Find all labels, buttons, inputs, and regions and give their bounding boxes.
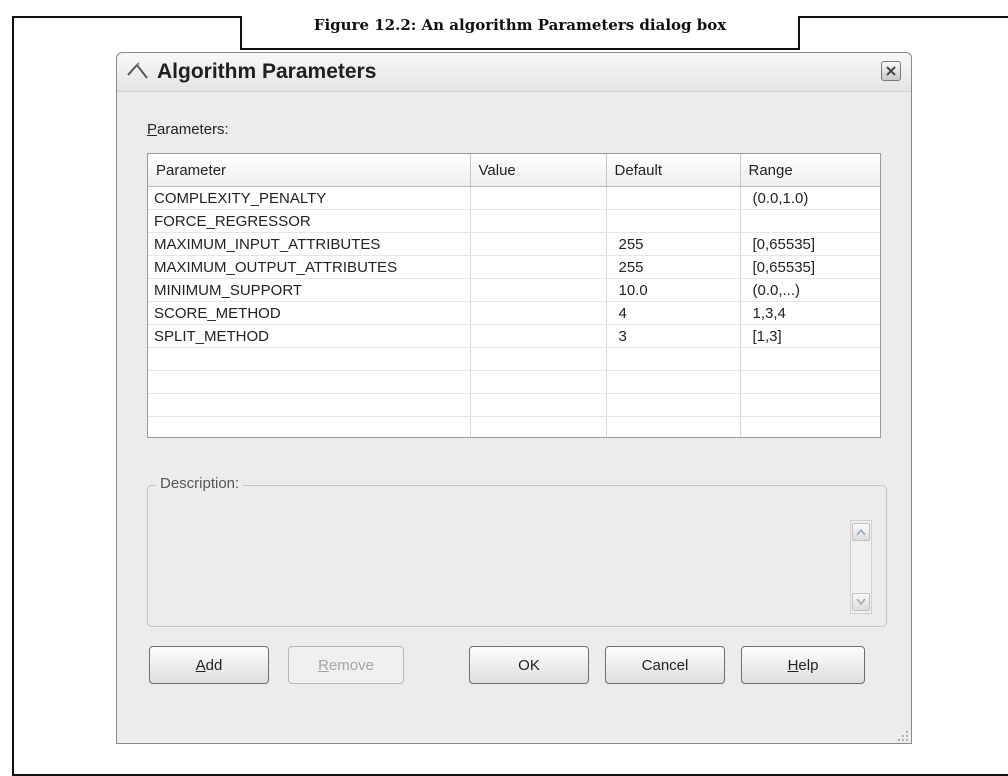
cell-default: 3: [606, 324, 741, 348]
cell-range: [0,65535]: [740, 232, 880, 256]
grid-header-row: Parameter Value Default Range: [148, 154, 880, 187]
close-icon: [886, 66, 896, 76]
cell-value[interactable]: [470, 255, 607, 279]
table-row[interactable]: [148, 370, 880, 394]
parameters-label: Parameters:: [147, 121, 229, 138]
scroll-up-button[interactable]: [852, 523, 870, 541]
parameters-grid[interactable]: Parameter Value Default Range COMPLEXITY…: [147, 153, 881, 438]
cell-default: [606, 209, 741, 233]
cell-parameter: [148, 393, 471, 417]
cell-parameter: MAXIMUM_OUTPUT_ATTRIBUTES: [148, 255, 471, 279]
cell-range: [740, 347, 880, 371]
cell-default: [606, 186, 741, 210]
cell-default: 10.0: [606, 278, 741, 302]
table-row[interactable]: SPLIT_METHOD 3 [1,3]: [148, 324, 880, 348]
description-label: Description:: [156, 475, 244, 492]
dialog-title: Algorithm Parameters: [157, 60, 377, 83]
table-row[interactable]: COMPLEXITY_PENALTY (0.0,1.0): [148, 186, 880, 210]
cell-value[interactable]: [470, 186, 607, 210]
cell-value[interactable]: [470, 301, 607, 325]
description-scrollbar[interactable]: [850, 520, 872, 614]
cell-range: [740, 393, 880, 417]
cell-range: [740, 209, 880, 233]
cell-default: 255: [606, 232, 741, 256]
cell-parameter: MAXIMUM_INPUT_ATTRIBUTES: [148, 232, 471, 256]
cell-range: (0.0,1.0): [740, 186, 880, 210]
cell-range: (0.0,...): [740, 278, 880, 302]
scroll-up-arrow-icon: [856, 528, 866, 536]
description-text: [158, 500, 836, 616]
description-group: Description:: [147, 475, 887, 627]
cell-value[interactable]: [470, 278, 607, 302]
cell-value[interactable]: [470, 416, 607, 437]
scroll-down-arrow-icon: [856, 598, 866, 606]
cell-value[interactable]: [470, 393, 607, 417]
table-row[interactable]: [148, 393, 880, 417]
cell-parameter: COMPLEXITY_PENALTY: [148, 186, 471, 210]
cell-parameter: MINIMUM_SUPPORT: [148, 278, 471, 302]
scroll-down-button[interactable]: [852, 593, 870, 611]
column-header-range[interactable]: Range: [740, 154, 880, 187]
algorithm-parameters-dialog: Algorithm Parameters Parameters: Paramet…: [116, 52, 912, 744]
column-header-parameter[interactable]: Parameter: [148, 154, 471, 187]
parameters-label-accelerator: P: [147, 121, 158, 138]
cell-value[interactable]: [470, 232, 607, 256]
cell-value[interactable]: [470, 209, 607, 233]
parameters-label-text: arameters:: [157, 121, 229, 138]
cancel-button[interactable]: Cancel: [605, 646, 725, 684]
add-button-accelerator: A: [195, 656, 206, 674]
cell-parameter: SPLIT_METHOD: [148, 324, 471, 348]
close-button[interactable]: [881, 61, 901, 81]
cell-default: 255: [606, 255, 741, 279]
cell-value[interactable]: [470, 324, 607, 348]
column-header-value[interactable]: Value: [470, 154, 607, 187]
title-bar[interactable]: Algorithm Parameters: [117, 53, 911, 92]
remove-button-label: emove: [328, 656, 374, 674]
figure-caption: Figure 12.2: An algorithm Parameters dia…: [240, 16, 800, 50]
cell-range: [1,3]: [740, 324, 880, 348]
cell-default: [606, 370, 741, 394]
table-row[interactable]: MAXIMUM_INPUT_ATTRIBUTES 255 [0,65535]: [148, 232, 880, 256]
cell-value[interactable]: [470, 370, 607, 394]
table-row[interactable]: MINIMUM_SUPPORT 10.0 (0.0,...): [148, 278, 880, 302]
table-row[interactable]: [148, 416, 880, 437]
help-button-label: elp: [798, 656, 819, 674]
cell-range: [0,65535]: [740, 255, 880, 279]
cell-default: [606, 347, 741, 371]
help-button-accelerator: H: [787, 656, 799, 674]
add-button[interactable]: Add: [149, 646, 269, 684]
cell-range: [740, 370, 880, 394]
cell-range: [740, 416, 880, 437]
ok-button[interactable]: OK: [469, 646, 589, 684]
cell-parameter: SCORE_METHOD: [148, 301, 471, 325]
help-button[interactable]: Help: [741, 646, 865, 684]
add-button-label: dd: [205, 656, 223, 674]
cell-default: 4: [606, 301, 741, 325]
column-header-default[interactable]: Default: [606, 154, 741, 187]
remove-button[interactable]: Remove: [288, 646, 404, 684]
remove-button-accelerator: R: [318, 656, 329, 674]
cell-value[interactable]: [470, 347, 607, 371]
dialog-body: Parameters: Parameter Value Default Rang…: [123, 93, 905, 735]
table-row[interactable]: MAXIMUM_OUTPUT_ATTRIBUTES 255 [0,65535]: [148, 255, 880, 279]
cell-parameter: FORCE_REGRESSOR: [148, 209, 471, 233]
table-row[interactable]: FORCE_REGRESSOR: [148, 209, 880, 233]
cell-range: 1,3,4: [740, 301, 880, 325]
table-row[interactable]: SCORE_METHOD 4 1,3,4: [148, 301, 880, 325]
table-row[interactable]: [148, 347, 880, 371]
cell-default: [606, 393, 741, 417]
cell-parameter: [148, 347, 471, 371]
cell-parameter: [148, 370, 471, 394]
resize-grip-icon[interactable]: [895, 727, 909, 741]
cell-default: [606, 416, 741, 437]
cell-parameter: [148, 416, 471, 437]
wand-icon: [125, 58, 151, 84]
